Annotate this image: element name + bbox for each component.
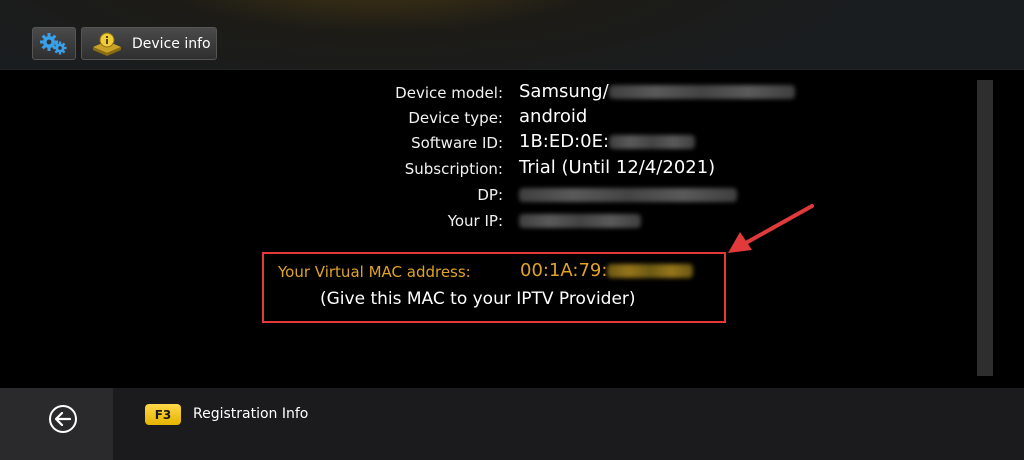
redacted-blur [607,264,694,278]
gears-icon [40,32,67,54]
ip-value [519,210,641,231]
dp-value [519,184,737,205]
device-info-label: Device info [132,35,211,52]
dp-label: DP: [477,186,503,204]
redacted-blur [519,188,737,202]
bottom-bar: F3 Registration Info [0,388,1024,460]
f3-key-badge[interactable]: F3 [145,404,181,425]
annotation-arrow-icon [728,204,814,253]
redacted-blur [609,135,696,149]
device-type-value: android [519,106,588,127]
software-id-label: Software ID: [411,134,503,152]
mac-address-value: 00:1A:79: [520,260,694,281]
subscription-value: Trial (Until 12/4/2021) [519,157,716,178]
software-id-value: 1B:ED:0E: [519,131,696,152]
top-bar: Device info [0,0,1024,70]
ip-label: Your IP: [447,212,503,230]
mac-hint-text: (Give this MAC to your IPTV Provider) [320,289,636,309]
device-type-label: Device type: [408,109,503,127]
back-button-area[interactable] [0,388,113,460]
device-info-icon [93,32,121,56]
scrollbar[interactable] [977,80,993,376]
subscription-label: Subscription: [404,160,503,178]
redacted-blur [608,85,795,99]
device-info-panel: Device model: Samsung/ Device type: andr… [0,70,1024,388]
back-arrow-icon[interactable] [49,405,77,433]
registration-info-label[interactable]: Registration Info [193,406,308,422]
redacted-blur [519,214,641,228]
device-model-label: Device model: [395,84,503,102]
mac-address-label: Your Virtual MAC address: [278,263,471,281]
settings-button[interactable] [32,27,76,60]
device-model-value: Samsung/ [519,81,795,102]
mac-highlight-box: Your Virtual MAC address: 00:1A:79: (Giv… [262,252,726,323]
device-info-button[interactable]: Device info [81,27,217,60]
